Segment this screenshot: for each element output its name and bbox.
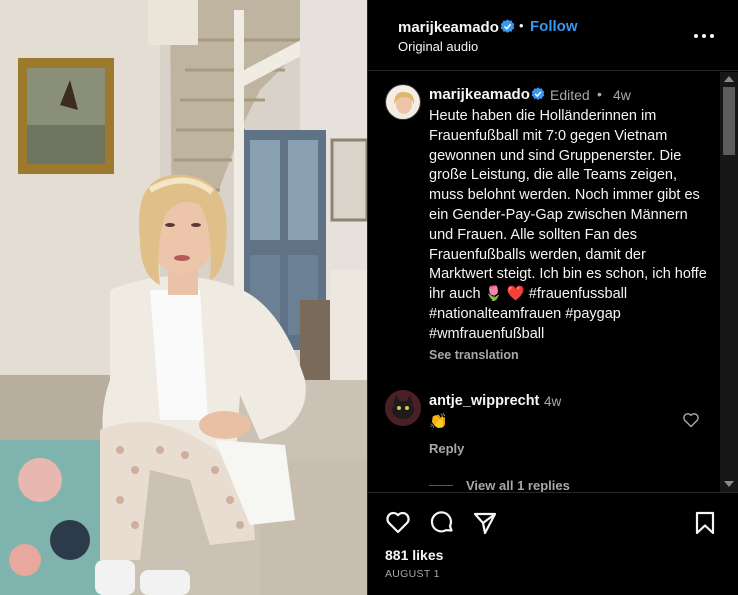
edited-label: Edited (550, 87, 590, 103)
post-panel: marijkeamado • Follow Original audio mar… (367, 0, 738, 595)
scroll-up-arrow-icon[interactable] (724, 76, 734, 82)
likes-count[interactable]: 881 likes (385, 547, 443, 563)
comment-text: 👏 (429, 413, 448, 430)
comment-icon[interactable] (429, 510, 455, 536)
post-actions: 881 likes AUGUST 1 (368, 492, 738, 595)
author-username[interactable]: marijkeamado (398, 19, 499, 36)
verified-badge-icon (531, 87, 545, 101)
post-image (0, 0, 367, 595)
commenter-username[interactable]: antje_wipprecht (429, 393, 539, 409)
separator-dot: • (597, 86, 602, 102)
view-replies-button[interactable]: View all 1 replies (466, 478, 570, 492)
author-avatar[interactable] (385, 84, 421, 120)
see-translation-button[interactable]: See translation (429, 348, 519, 362)
reply-button[interactable]: Reply (429, 441, 464, 456)
comment-timestamp[interactable]: 4w (544, 394, 561, 409)
scrollbar-thumb[interactable] (723, 87, 735, 155)
follow-button[interactable]: Follow (530, 18, 578, 35)
heart-icon[interactable] (385, 510, 411, 536)
post-media[interactable] (0, 0, 367, 595)
commenter-avatar[interactable] (385, 390, 421, 426)
more-horizontal-icon[interactable] (690, 25, 718, 47)
separator-dot: • (519, 18, 524, 33)
caption-text: Heute haben die Holländerinnen im Frauen… (429, 108, 707, 342)
share-icon[interactable] (472, 510, 498, 536)
post-header: marijkeamado • Follow Original audio (368, 0, 738, 71)
bookmark-icon[interactable] (692, 510, 718, 536)
audio-label[interactable]: Original audio (398, 39, 478, 54)
caption-timestamp[interactable]: 4w (613, 87, 631, 103)
comments-scrollbar[interactable] (720, 72, 738, 492)
post-date[interactable]: AUGUST 1 (385, 568, 440, 580)
verified-badge-icon (500, 19, 515, 34)
scroll-down-arrow-icon[interactable] (724, 481, 734, 487)
comments-list[interactable]: marijkeamado Edited • 4w Heute haben die… (368, 72, 738, 492)
replies-divider (429, 485, 453, 486)
caption-username[interactable]: marijkeamado (429, 86, 530, 103)
heart-outline-icon[interactable] (682, 412, 700, 428)
